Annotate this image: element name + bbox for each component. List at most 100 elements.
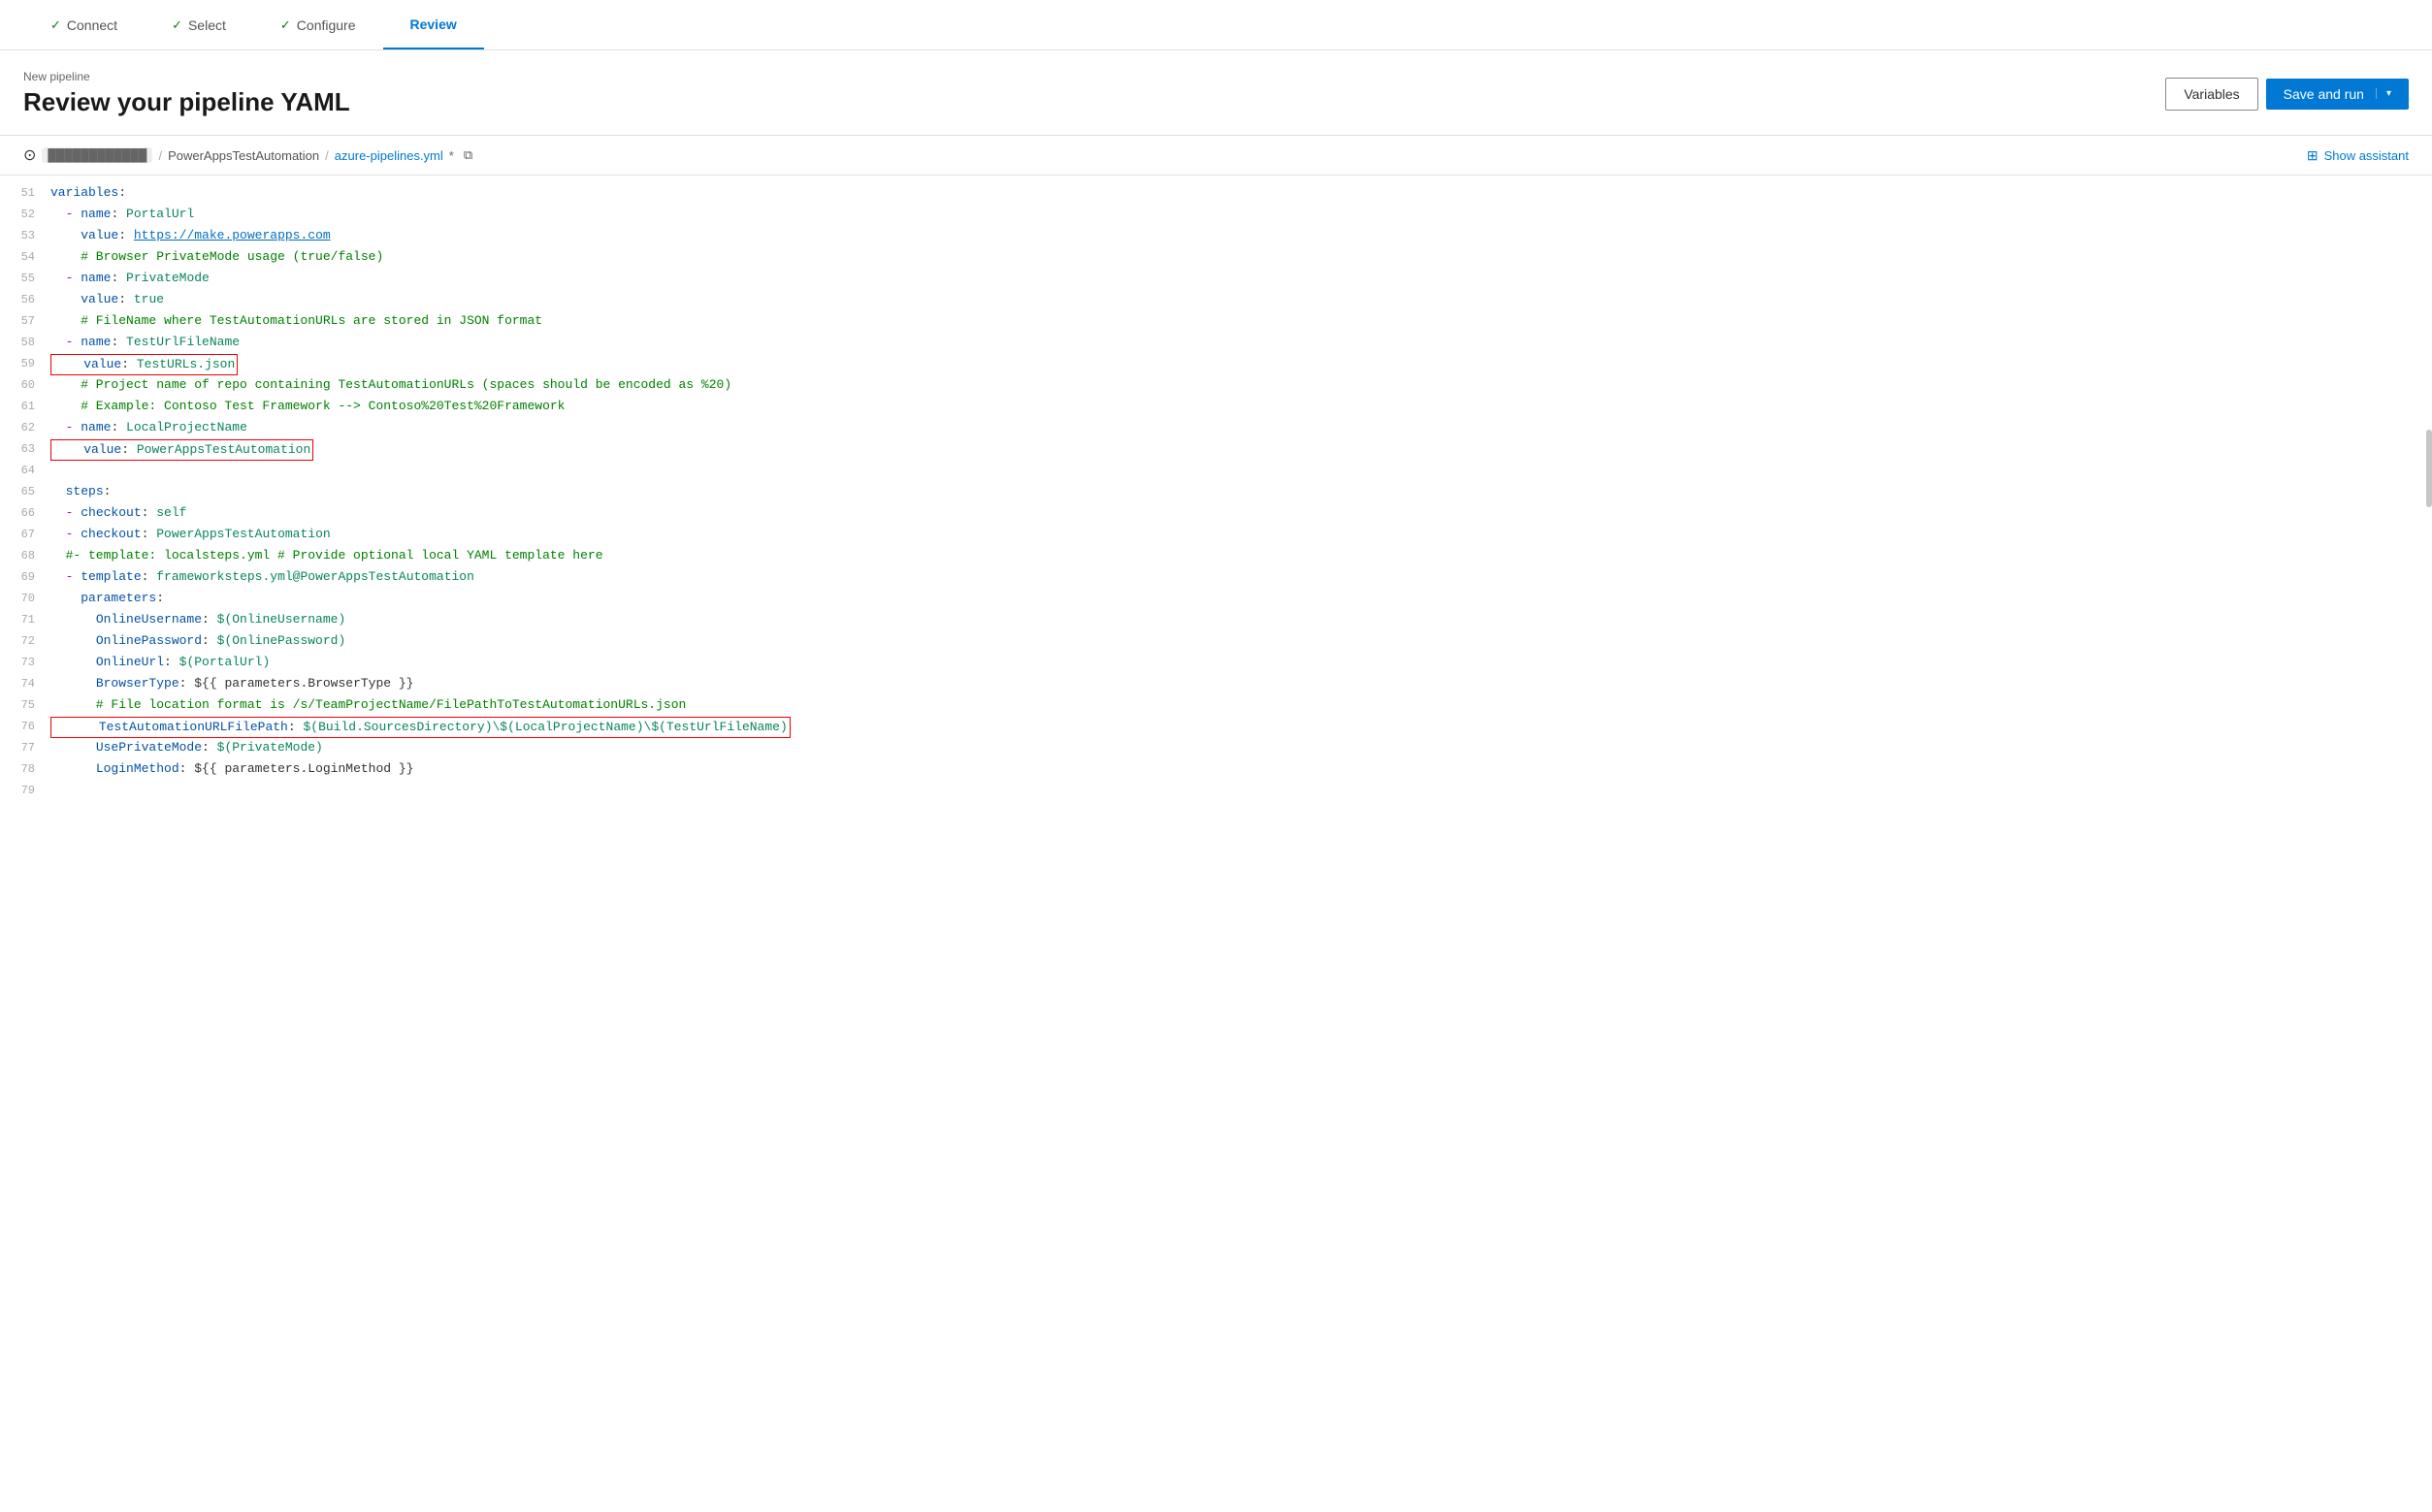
code-editor[interactable]: 51variables:52 - name: PortalUrl53 value… — [0, 176, 2432, 810]
code-editor-wrapper: 51variables:52 - name: PortalUrl53 value… — [0, 176, 2432, 810]
check-icon-select: ✓ — [172, 17, 182, 33]
line-content: # Project name of repo containing TestAu… — [50, 375, 2432, 395]
code-line: 59 value: TestURLs.json — [0, 354, 2432, 375]
code-line: 53 value: https://make.powerapps.com — [0, 226, 2432, 247]
line-number: 58 — [0, 333, 50, 352]
line-number: 66 — [0, 503, 50, 523]
line-content: value: PowerAppsTestAutomation — [50, 439, 2432, 461]
code-line: 52 - name: PortalUrl — [0, 205, 2432, 226]
line-number: 71 — [0, 610, 50, 629]
show-assistant-button[interactable]: ⊞ Show assistant — [2307, 147, 2409, 164]
line-number: 59 — [0, 354, 50, 373]
line-content: TestAutomationURLFilePath: $(Build.Sourc… — [50, 717, 2432, 738]
line-number: 55 — [0, 269, 50, 288]
save-and-run-label: Save and run — [2284, 86, 2376, 102]
code-line: 65 steps: — [0, 482, 2432, 503]
code-line: 69 - template: frameworksteps.yml@PowerA… — [0, 567, 2432, 589]
line-number: 67 — [0, 525, 50, 544]
variables-button[interactable]: Variables — [2165, 78, 2257, 111]
code-line: 68 #- template: localsteps.yml # Provide… — [0, 546, 2432, 567]
modified-indicator: * — [449, 148, 454, 163]
line-number: 72 — [0, 631, 50, 651]
code-line: 79 — [0, 781, 2432, 802]
code-line: 75 # File location format is /s/TeamProj… — [0, 695, 2432, 717]
page-header: New pipeline Review your pipeline YAML V… — [0, 50, 2432, 136]
line-content: - name: PrivateMode — [50, 269, 2432, 288]
line-number: 78 — [0, 759, 50, 779]
line-content: OnlineUsername: $(OnlineUsername) — [50, 610, 2432, 629]
code-line: 64 — [0, 461, 2432, 482]
path-separator-1: / — [158, 148, 162, 163]
line-content: - checkout: PowerAppsTestAutomation — [50, 525, 2432, 544]
nav-step-select-label: Select — [188, 17, 226, 33]
line-content: - checkout: self — [50, 503, 2432, 523]
line-content: BrowserType: ${{ parameters.BrowserType … — [50, 674, 2432, 693]
code-line: 73 OnlineUrl: $(PortalUrl) — [0, 653, 2432, 674]
nav-step-review[interactable]: Review — [383, 0, 484, 49]
nav-step-connect[interactable]: ✓ Connect — [23, 0, 145, 49]
page-title: Review your pipeline YAML — [23, 87, 350, 117]
line-number: 57 — [0, 311, 50, 331]
file-bar: ⊙ ████████████ / PowerAppsTestAutomation… — [0, 136, 2432, 176]
line-content: value: TestURLs.json — [50, 354, 2432, 375]
code-line: 74 BrowserType: ${{ parameters.BrowserTy… — [0, 674, 2432, 695]
line-number: 76 — [0, 717, 50, 736]
line-content: parameters: — [50, 589, 2432, 608]
line-content: UsePrivateMode: $(PrivateMode) — [50, 738, 2432, 757]
line-number: 62 — [0, 418, 50, 437]
line-number: 69 — [0, 567, 50, 587]
code-line: 72 OnlinePassword: $(OnlinePassword) — [0, 631, 2432, 653]
copy-icon[interactable]: ⧉ — [464, 147, 472, 163]
line-number: 73 — [0, 653, 50, 672]
line-number: 70 — [0, 589, 50, 608]
line-content: - name: TestUrlFileName — [50, 333, 2432, 352]
wizard-nav: ✓ Connect ✓ Select ✓ Configure Review — [0, 0, 2432, 50]
line-content: - name: LocalProjectName — [50, 418, 2432, 437]
repo-name-2: PowerAppsTestAutomation — [168, 148, 319, 163]
line-content: # File location format is /s/TeamProject… — [50, 695, 2432, 715]
code-line: 57 # FileName where TestAutomationURLs a… — [0, 311, 2432, 333]
line-number: 51 — [0, 183, 50, 203]
line-content: OnlinePassword: $(OnlinePassword) — [50, 631, 2432, 651]
code-line: 77 UsePrivateMode: $(PrivateMode) — [0, 738, 2432, 759]
header-right: Variables Save and run ▾ — [2165, 78, 2409, 111]
nav-step-configure-label: Configure — [297, 17, 356, 33]
show-assistant-label: Show assistant — [2324, 148, 2409, 163]
code-line: 54 # Browser PrivateMode usage (true/fal… — [0, 247, 2432, 269]
filename[interactable]: azure-pipelines.yml — [335, 148, 443, 163]
code-line: 76 TestAutomationURLFilePath: $(Build.So… — [0, 717, 2432, 738]
path-separator-2: / — [325, 148, 329, 163]
save-and-run-button[interactable]: Save and run ▾ — [2266, 79, 2409, 110]
line-number: 54 — [0, 247, 50, 267]
line-content: steps: — [50, 482, 2432, 501]
code-line: 63 value: PowerAppsTestAutomation — [0, 439, 2432, 461]
line-number: 68 — [0, 546, 50, 565]
save-run-dropdown-arrow[interactable]: ▾ — [2376, 88, 2391, 99]
github-icon: ⊙ — [23, 145, 36, 165]
line-number: 75 — [0, 695, 50, 715]
line-content: - name: PortalUrl — [50, 205, 2432, 224]
code-line: 66 - checkout: self — [0, 503, 2432, 525]
nav-step-review-label: Review — [410, 16, 457, 32]
line-number: 53 — [0, 226, 50, 245]
nav-step-configure[interactable]: ✓ Configure — [253, 0, 383, 49]
line-content: OnlineUrl: $(PortalUrl) — [50, 653, 2432, 672]
code-line: 51variables: — [0, 183, 2432, 205]
nav-step-connect-label: Connect — [67, 17, 117, 33]
line-number: 64 — [0, 461, 50, 480]
line-number: 56 — [0, 290, 50, 309]
line-content: value: true — [50, 290, 2432, 309]
code-line: 70 parameters: — [0, 589, 2432, 610]
nav-step-select[interactable]: ✓ Select — [145, 0, 253, 49]
scrollbar-thumb[interactable] — [2426, 430, 2432, 507]
code-line: 55 - name: PrivateMode — [0, 269, 2432, 290]
file-path: ⊙ ████████████ / PowerAppsTestAutomation… — [23, 145, 472, 165]
breadcrumb: New pipeline — [23, 70, 350, 83]
line-content: # FileName where TestAutomationURLs are … — [50, 311, 2432, 331]
line-content: LoginMethod: ${{ parameters.LoginMethod … — [50, 759, 2432, 779]
code-line: 61 # Example: Contoso Test Framework -->… — [0, 397, 2432, 418]
assistant-icon: ⊞ — [2307, 147, 2319, 164]
line-number: 79 — [0, 781, 50, 800]
code-line: 56 value: true — [0, 290, 2432, 311]
line-content: # Example: Contoso Test Framework --> Co… — [50, 397, 2432, 416]
